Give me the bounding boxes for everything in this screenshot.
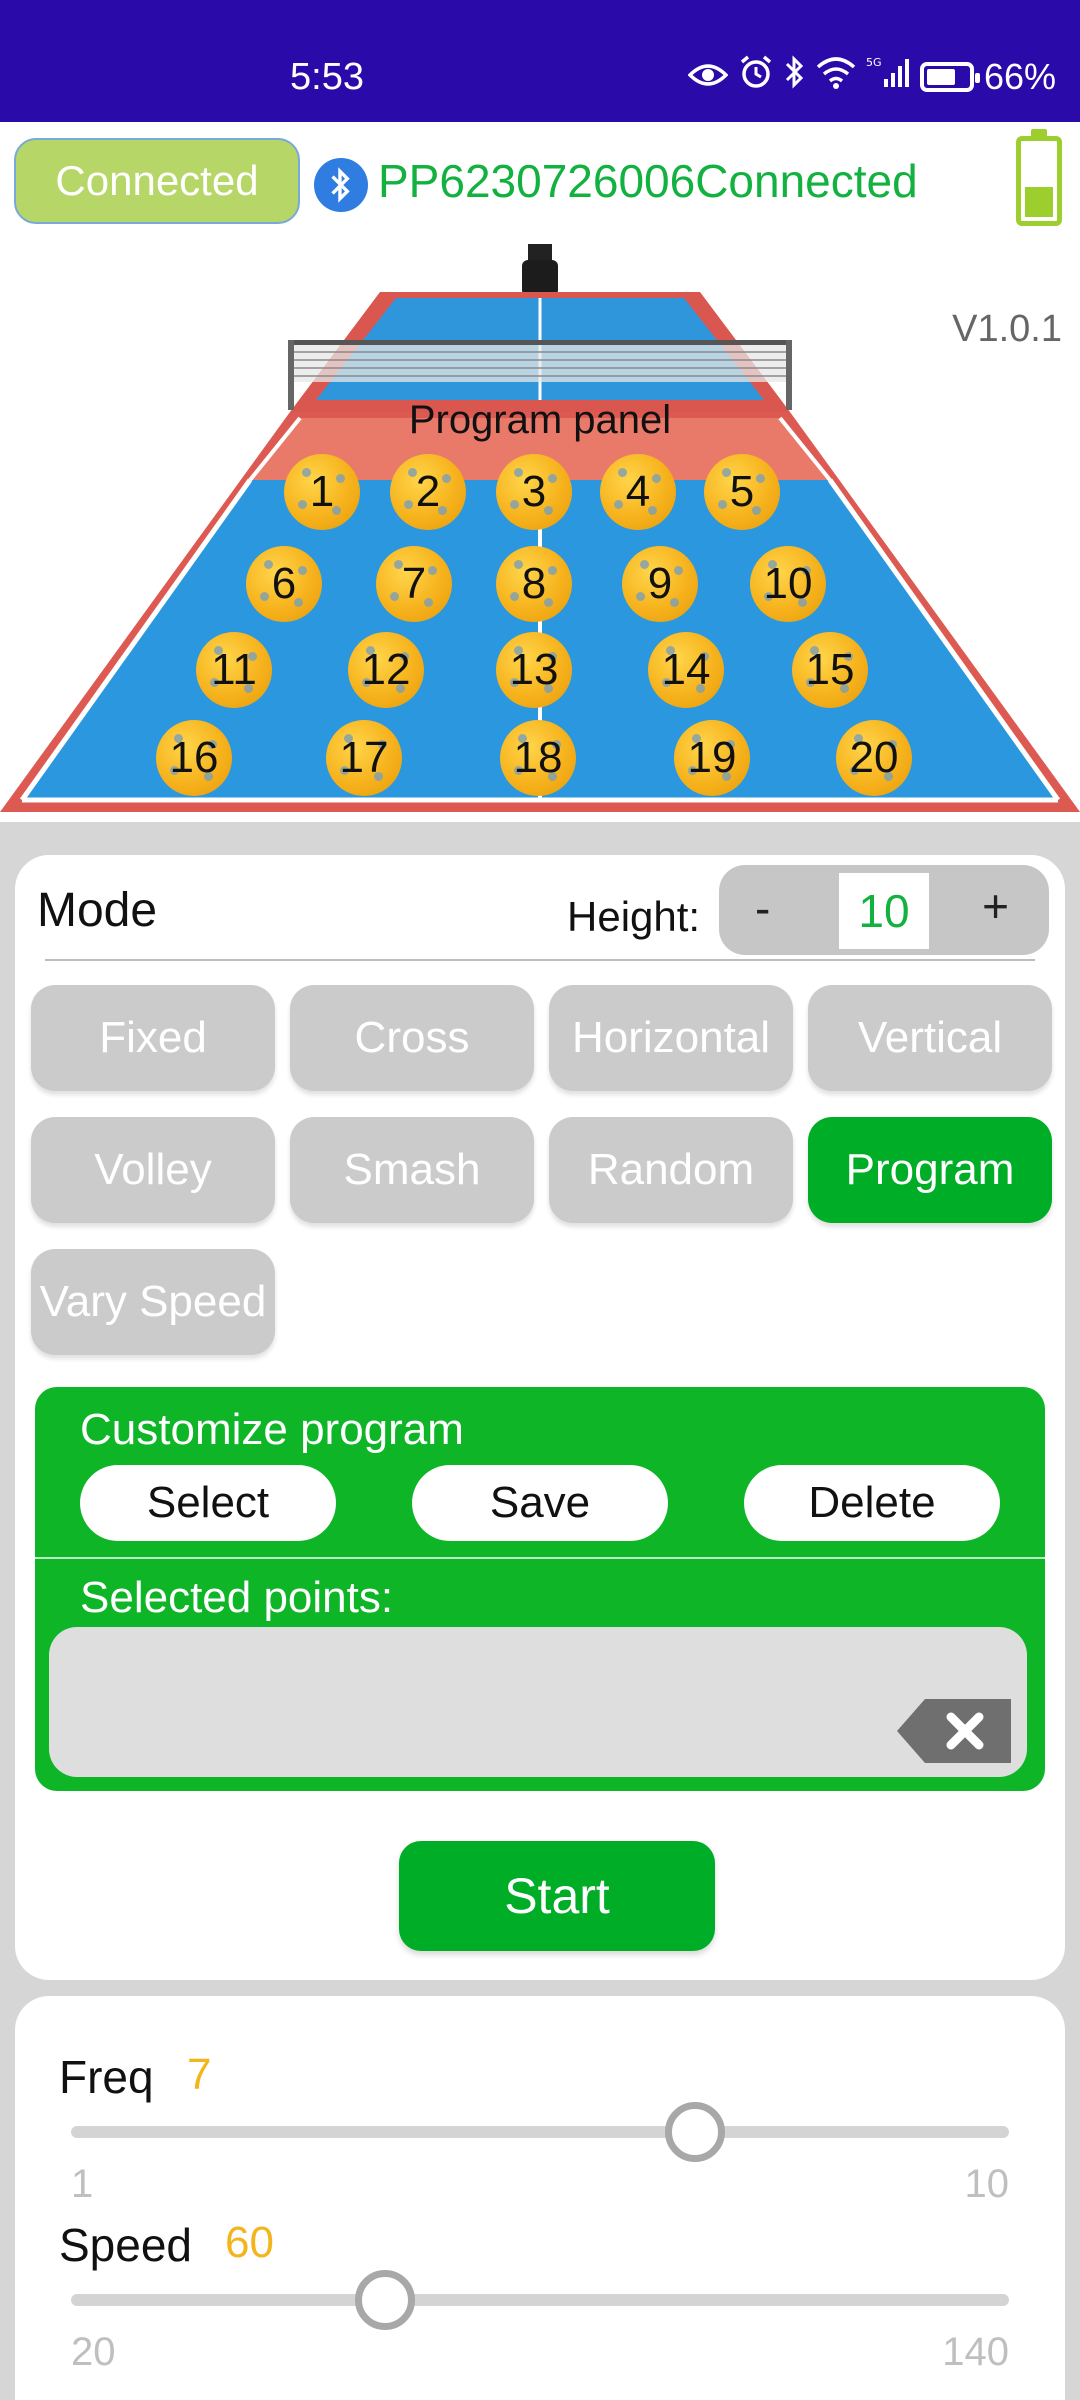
court-point-14[interactable]: 14 — [648, 632, 724, 708]
court-point-label: 16 — [169, 733, 219, 782]
court-point-label: 18 — [513, 733, 563, 782]
court-point-label: 17 — [339, 733, 389, 782]
court-point-1[interactable]: 1 — [284, 454, 360, 530]
court-point-6[interactable]: 6 — [246, 546, 322, 622]
court-point-4[interactable]: 4 — [600, 454, 676, 530]
mode-button-cross[interactable]: Cross — [290, 985, 534, 1091]
court-point-9[interactable]: 9 — [622, 546, 698, 622]
court-point-label: 10 — [763, 559, 813, 608]
height-value[interactable]: 10 — [839, 873, 929, 949]
court-point-8[interactable]: 8 — [496, 546, 572, 622]
court-point-12[interactable]: 12 — [348, 632, 424, 708]
court-point-label: 8 — [521, 559, 547, 608]
freq-value: 7 — [187, 2050, 212, 2099]
court-title: Program panel — [408, 398, 672, 442]
speed-slider-handle[interactable] — [355, 2270, 415, 2330]
selected-points-label: Selected points: — [80, 1573, 394, 1622]
court-point-20[interactable]: 20 — [836, 720, 912, 796]
court-point-label: 13 — [509, 645, 559, 694]
court-point-label: 15 — [805, 645, 855, 694]
status-bar: 5:53 5G 66% — [0, 0, 1080, 122]
court-point-18[interactable]: 18 — [500, 720, 576, 796]
mode-button-vertical[interactable]: Vertical — [808, 985, 1052, 1091]
court-point-label: 3 — [521, 467, 547, 516]
backspace-icon[interactable] — [895, 1695, 1015, 1767]
court-point-5[interactable]: 5 — [704, 454, 780, 530]
connection-header: Connected PP6230726006Connected — [0, 122, 1080, 240]
battery-icon — [919, 61, 980, 92]
court-point-label: 9 — [647, 559, 673, 608]
court-point-label: 11 — [211, 645, 257, 694]
customize-program-panel: Customize program Select Save Delete Sel… — [35, 1387, 1045, 1791]
mode-button-smash[interactable]: Smash — [290, 1117, 534, 1223]
court-point-label: 20 — [849, 733, 899, 782]
court-point-10[interactable]: 10 — [750, 546, 826, 622]
speed-value: 60 — [225, 2218, 274, 2267]
speed-min-label: 20 — [71, 2330, 116, 2374]
height-stepper: - 10 + — [719, 865, 1049, 955]
save-button[interactable]: Save — [412, 1465, 668, 1541]
court-point-label: 5 — [729, 467, 755, 516]
height-label: Height: — [567, 893, 701, 940]
battery-percent: 66% — [983, 55, 1056, 97]
mode-button-fixed[interactable]: Fixed — [31, 985, 275, 1091]
device-name[interactable]: PP6230726006Connected — [378, 154, 918, 208]
speed-max-label: 140 — [942, 2330, 1009, 2374]
mode-card: Mode Height: - 10 + Fixed Cross Horizont… — [15, 855, 1065, 1980]
court-point-15[interactable]: 15 — [792, 632, 868, 708]
freq-max-label: 10 — [964, 2162, 1010, 2206]
court-point-label: 6 — [271, 559, 297, 608]
court-point-7[interactable]: 7 — [376, 546, 452, 622]
freq-slider[interactable] — [71, 2126, 1009, 2138]
5g-signal-icon: 5G — [866, 55, 910, 98]
freq-slider-handle[interactable] — [665, 2102, 725, 2162]
status-icons: 5G 66% — [687, 54, 1056, 99]
svg-text:5G: 5G — [866, 56, 882, 69]
device-battery-icon — [1016, 129, 1062, 226]
freq-label: Freq — [59, 2051, 154, 2103]
bluetooth-icon — [784, 54, 806, 99]
height-decrease-button[interactable]: - — [755, 881, 770, 935]
select-button[interactable]: Select — [80, 1465, 336, 1541]
speed-slider[interactable] — [71, 2294, 1009, 2306]
court-point-label: 7 — [401, 559, 427, 608]
court-point-label: 19 — [687, 733, 737, 782]
delete-button[interactable]: Delete — [744, 1465, 1000, 1541]
court-point-label: 2 — [415, 467, 441, 516]
start-button[interactable]: Start — [399, 1841, 715, 1951]
bluetooth-icon — [314, 158, 368, 212]
mode-button-program[interactable]: Program — [808, 1117, 1052, 1223]
court-point-label: 4 — [625, 467, 651, 516]
court-point-17[interactable]: 17 — [326, 720, 402, 796]
court-point-3[interactable]: 3 — [496, 454, 572, 530]
divider — [45, 959, 1035, 961]
mode-label: Mode — [37, 884, 158, 937]
app-version: V1.0.1 — [952, 308, 1062, 350]
court-point-label: 1 — [309, 467, 335, 516]
settings-card: Freq 7 1 10 Speed 60 20 140 — [15, 1996, 1065, 2400]
speed-label: Speed — [59, 2219, 193, 2271]
mode-button-random[interactable]: Random — [549, 1117, 793, 1223]
court-point-16[interactable]: 16 — [156, 720, 232, 796]
mode-button-vary-speed[interactable]: Vary Speed — [31, 1249, 275, 1355]
alarm-icon — [738, 54, 774, 99]
mode-button-horizontal[interactable]: Horizontal — [549, 985, 793, 1091]
court-point-19[interactable]: 19 — [674, 720, 750, 796]
height-increase-button[interactable]: + — [982, 879, 1009, 933]
court-panel: V1.0.1 Program panel 1 2 3 4 5 6 7 8 9 10 11 12 13 14… — [0, 240, 1080, 820]
customize-program-title: Customize program — [80, 1405, 464, 1454]
mode-button-volley[interactable]: Volley — [31, 1117, 275, 1223]
court-point-label: 12 — [361, 645, 411, 694]
court-point-label: 14 — [661, 645, 711, 694]
wifi-icon — [816, 56, 856, 98]
selected-points-field[interactable] — [49, 1627, 1027, 1777]
court-point-11[interactable]: 11 — [196, 632, 272, 708]
freq-min-label: 1 — [71, 2162, 94, 2206]
status-time: 5:53 — [290, 56, 364, 98]
court-point-13[interactable]: 13 — [496, 632, 572, 708]
divider — [35, 1557, 1045, 1559]
eye-icon — [687, 56, 729, 98]
connection-status-button[interactable]: Connected — [14, 138, 300, 224]
court-point-2[interactable]: 2 — [390, 454, 466, 530]
